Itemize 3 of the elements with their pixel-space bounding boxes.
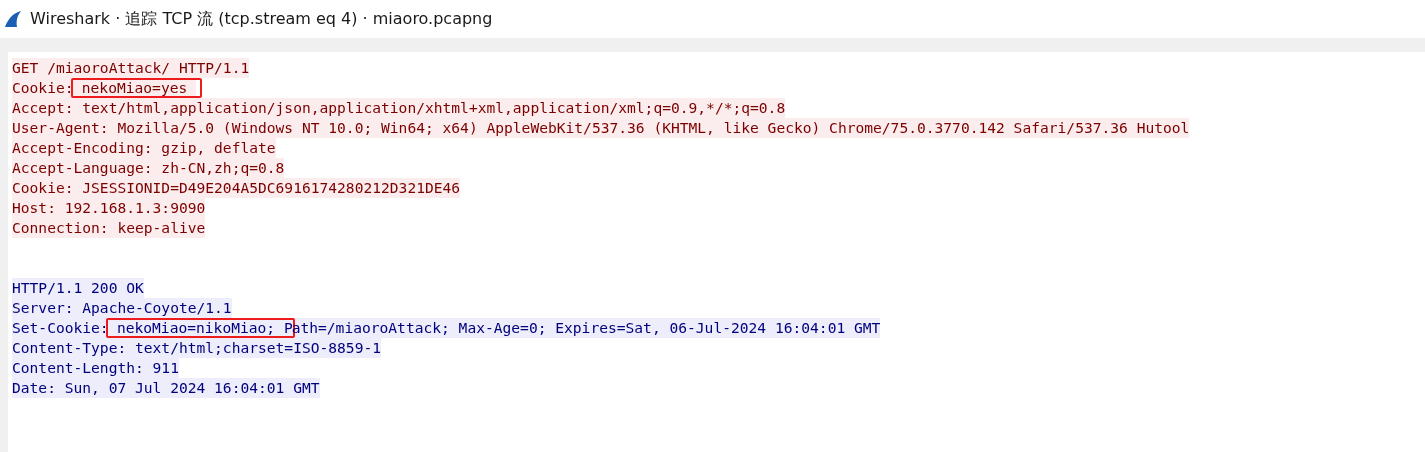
shark-fin-icon xyxy=(4,10,22,28)
highlight-box: nekoMiao=yes xyxy=(70,78,203,98)
window-title: Wireshark · 追踪 TCP 流 (tcp.stream eq 4) · miaoro.pcapng xyxy=(30,8,493,30)
